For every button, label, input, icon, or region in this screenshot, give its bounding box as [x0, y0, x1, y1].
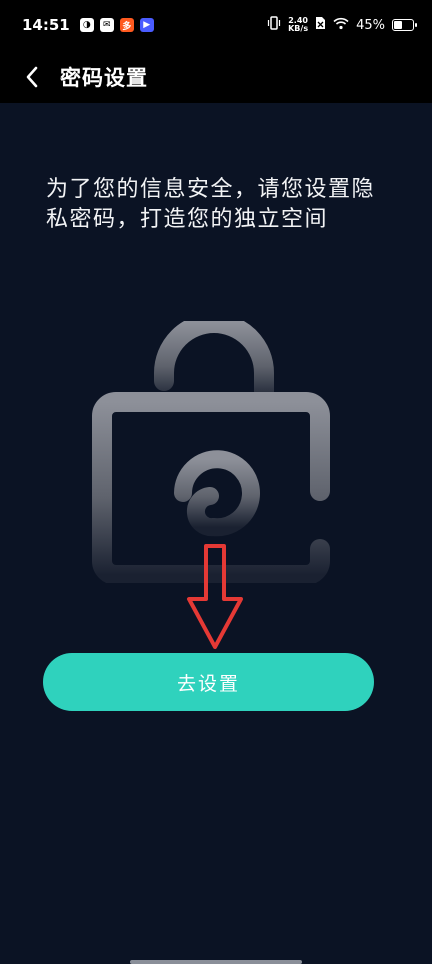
network-speed: 2.40 KB/s	[288, 17, 308, 33]
status-bar: 14:51 ◑ ✉ 多 ▶ 2.40 KB/s 45%	[0, 0, 432, 50]
battery-icon	[392, 19, 417, 31]
message-notification-icon: ✉	[99, 18, 114, 32]
down-arrow-annotation-icon	[185, 543, 245, 651]
page-title: 密码设置	[60, 65, 148, 90]
video-app-icon: ▶	[139, 18, 154, 32]
go-setup-button[interactable]: 去设置	[43, 653, 374, 711]
network-speed-unit: KB/s	[288, 24, 309, 33]
home-indicator[interactable]	[130, 960, 302, 964]
app-notification-icon: ◑	[79, 18, 94, 32]
battery-percent: 45%	[356, 17, 385, 33]
status-right: 2.40 KB/s 45%	[267, 16, 417, 34]
nav-bar: 密码设置	[0, 50, 432, 103]
battery-fill	[394, 21, 403, 29]
vibrate-icon	[267, 16, 281, 34]
privacy-message: 为了您的信息安全，请您设置隐私密码，打造您的独立空间	[46, 177, 376, 232]
shopping-app-icon: 多	[119, 18, 134, 32]
main-content: 为了您的信息安全，请您设置隐私密码，打造您的独立空间 去设置	[0, 103, 432, 964]
back-arrow-icon[interactable]	[10, 55, 54, 99]
status-left: 14:51 ◑ ✉ 多 ▶	[22, 16, 154, 34]
wifi-icon	[333, 17, 349, 34]
no-sim-icon	[315, 16, 326, 34]
status-time: 14:51	[22, 16, 70, 34]
